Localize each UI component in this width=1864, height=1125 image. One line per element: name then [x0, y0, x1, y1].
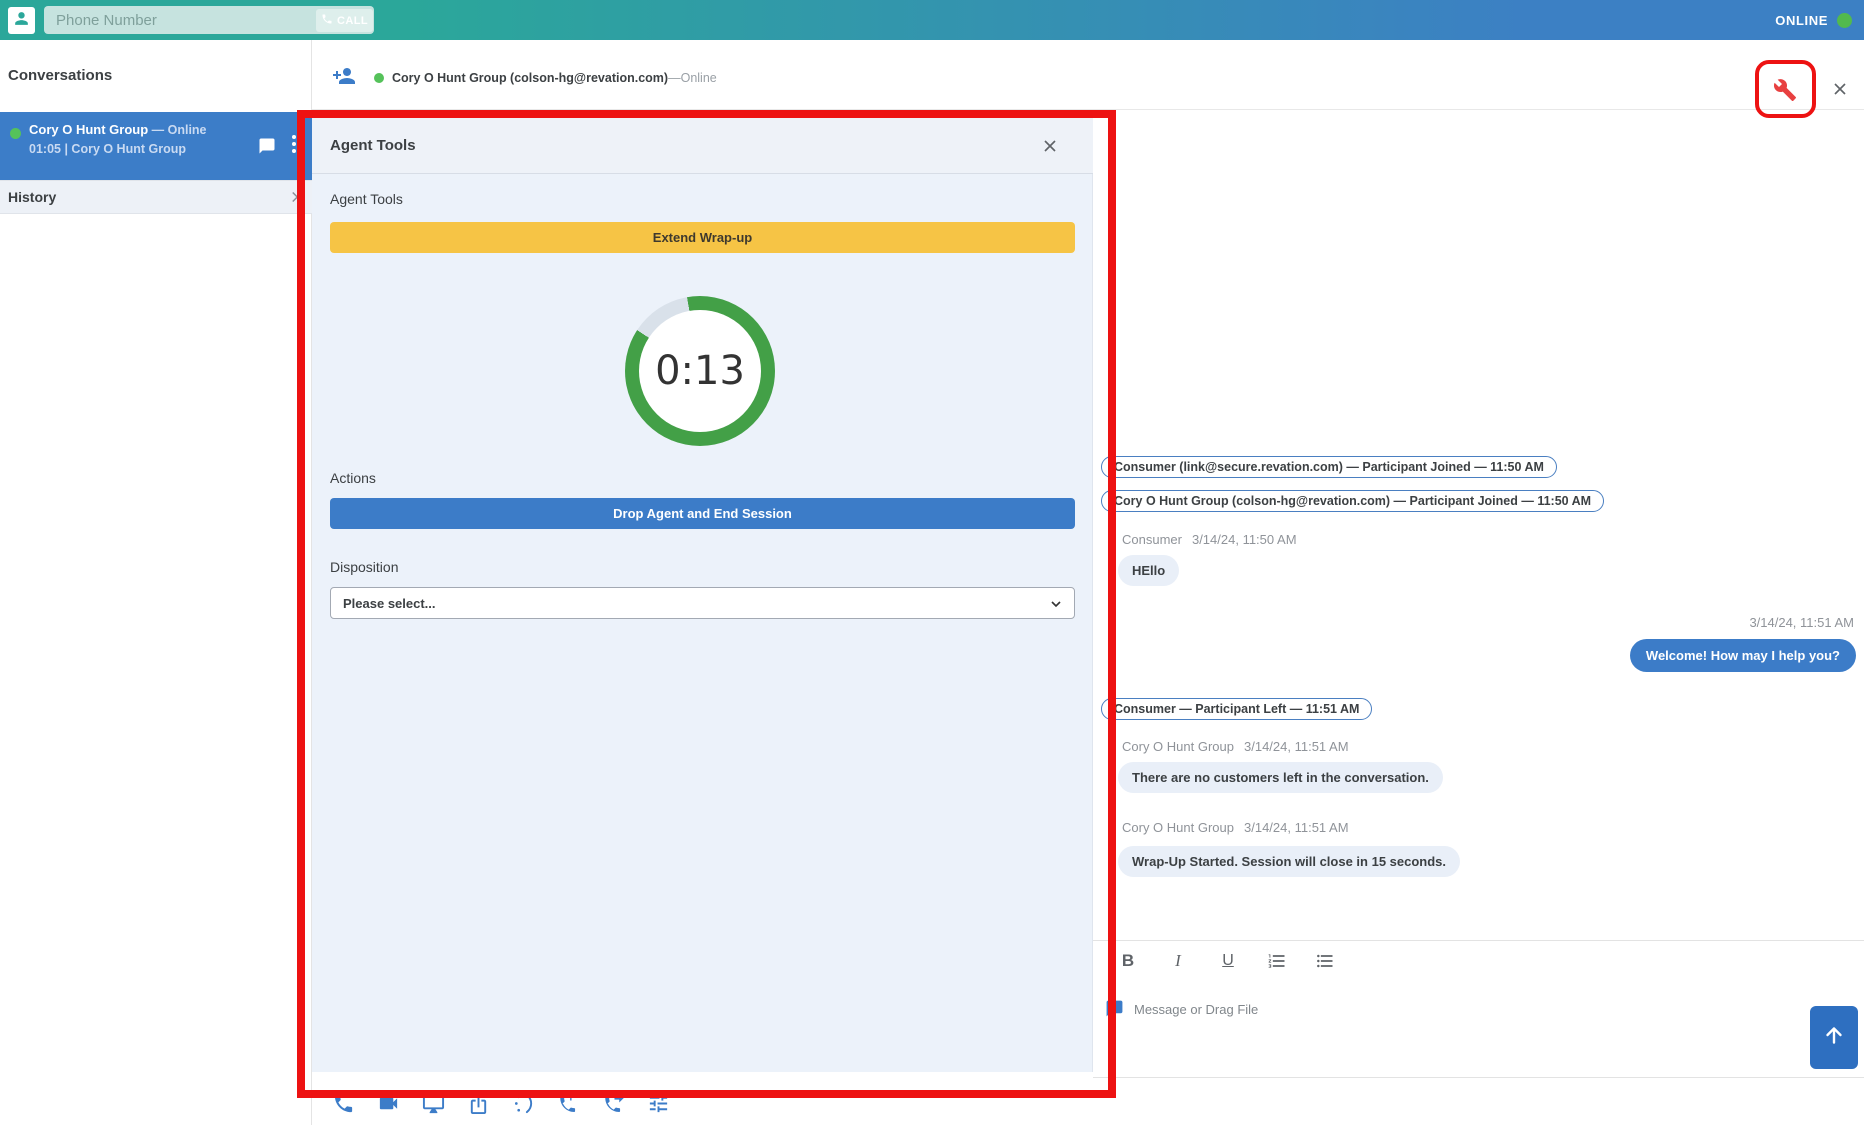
conversation-list-item[interactable]: Cory O Hunt Group — Online 01:05 | Cory …	[0, 112, 312, 180]
actions-label: Actions	[330, 470, 376, 486]
participant-event-pill: Consumer (link@secure.revation.com) — Pa…	[1101, 456, 1557, 478]
app-window: CALL ONLINE Conversations Cory O Hunt Gr…	[0, 0, 1864, 1125]
call-button-label: CALL	[337, 15, 368, 27]
message-icon	[1105, 999, 1124, 1018]
outgoing-message-bubble: Welcome! How may I help you?	[1630, 639, 1856, 672]
contact-button[interactable]	[8, 7, 35, 34]
presence-dot	[10, 128, 21, 139]
history-label: History	[8, 189, 56, 205]
wrapup-timer-value: 0:13	[639, 310, 761, 432]
ordered-list-icon[interactable]	[1267, 951, 1287, 971]
italic-button[interactable]: I	[1167, 951, 1189, 971]
format-toolbar: B I U	[1117, 951, 1335, 971]
sidebar-title: Conversations	[8, 67, 112, 84]
conversation-detail: 01:05 | Cory O Hunt Group	[29, 142, 186, 156]
message-input[interactable]: Message or Drag File	[1134, 1002, 1258, 1017]
phone-icon	[321, 13, 333, 28]
chat-main: Cory O Hunt Group (colson-hg@revation.co…	[312, 40, 1864, 1125]
message-sender: Cory O Hunt Group	[1122, 739, 1234, 754]
agent-tools-close-icon[interactable]	[1040, 136, 1060, 156]
call-button[interactable]: CALL	[316, 9, 373, 32]
message-bubble: Wrap-Up Started. Session will close in 1…	[1118, 846, 1460, 877]
top-bar: CALL ONLINE	[0, 0, 1864, 40]
message-time: 3/14/24, 11:51 AM	[1244, 739, 1349, 754]
bold-button[interactable]: B	[1117, 951, 1139, 971]
message-time: 3/14/24, 11:51 AM	[1244, 820, 1349, 835]
chevron-right-icon	[286, 188, 304, 206]
chat-title-status: —Online	[668, 71, 717, 85]
wrapup-timer-ring: 0:13	[625, 296, 775, 446]
call-controls-toolbar: P	[332, 1092, 670, 1115]
chat-bubble-icon[interactable]	[258, 137, 276, 155]
add-participant-icon[interactable]	[332, 64, 356, 88]
drop-agent-button[interactable]: Drop Agent and End Session	[330, 498, 1075, 529]
agent-tools-panel: Agent Tools Agent Tools Extend Wrap-up 0…	[312, 118, 1093, 1072]
send-button[interactable]	[1810, 1006, 1858, 1069]
disposition-selected-value: Please select...	[343, 596, 436, 611]
message-meta: Consumer 3/14/24, 11:50 AM	[1122, 532, 1297, 547]
agent-status-label: ONLINE	[1775, 13, 1828, 28]
conversation-name: Cory O Hunt Group — Online	[29, 122, 207, 137]
video-call-icon[interactable]	[377, 1092, 400, 1115]
extend-wrapup-button[interactable]: Extend Wrap-up	[330, 222, 1075, 253]
message-meta: Cory O Hunt Group 3/14/24, 11:51 AM	[1122, 739, 1349, 754]
svg-text:P: P	[569, 1093, 576, 1104]
park-call-icon[interactable]: P	[557, 1092, 580, 1115]
screen-share-icon[interactable]	[422, 1092, 445, 1115]
unordered-list-icon[interactable]	[1315, 951, 1335, 971]
message-composer: B I U Message or Drag File	[1093, 940, 1864, 1078]
agent-tools-title: Agent Tools	[330, 137, 416, 154]
conversation-status: — Online	[148, 123, 206, 137]
send-arrow-icon	[1821, 1022, 1847, 1053]
message-bubble: HEllo	[1118, 555, 1179, 586]
file-share-icon[interactable]	[467, 1092, 490, 1115]
chevron-down-icon	[1048, 596, 1064, 612]
history-section[interactable]: History	[0, 180, 312, 214]
agent-status[interactable]: ONLINE	[1775, 0, 1852, 40]
kebab-menu-icon[interactable]	[292, 135, 296, 153]
callback-icon[interactable]	[512, 1092, 535, 1115]
participant-event-pill: Cory O Hunt Group (colson-hg@revation.co…	[1101, 490, 1604, 512]
voice-call-icon[interactable]	[332, 1092, 355, 1115]
underline-button[interactable]: U	[1217, 952, 1239, 970]
outgoing-message-time: 3/14/24, 11:51 AM	[1749, 615, 1854, 630]
agent-tools-section-label: Agent Tools	[330, 191, 403, 207]
participant-event-pill: Consumer — Participant Left — 11:51 AM	[1101, 698, 1372, 720]
conversations-sidebar: Conversations Cory O Hunt Group — Online…	[0, 40, 312, 1125]
header-presence-dot	[374, 73, 384, 83]
tune-settings-icon[interactable]	[647, 1092, 670, 1115]
chat-title: Cory O Hunt Group (colson-hg@revation.co…	[392, 71, 717, 85]
message-sender: Consumer	[1122, 532, 1182, 547]
message-sender: Cory O Hunt Group	[1122, 820, 1234, 835]
disposition-label: Disposition	[330, 559, 398, 575]
online-status-dot	[1837, 13, 1852, 28]
agent-tools-panel-header: Agent Tools	[312, 118, 1093, 174]
transfer-call-icon[interactable]	[602, 1092, 625, 1115]
disposition-select[interactable]: Please select...	[330, 587, 1075, 619]
message-time: 3/14/24, 11:50 AM	[1192, 532, 1297, 547]
message-meta: Cory O Hunt Group 3/14/24, 11:51 AM	[1122, 820, 1349, 835]
contact-icon	[12, 9, 31, 33]
message-bubble: There are no customers left in the conve…	[1118, 762, 1443, 793]
message-thread: Consumer (link@secure.revation.com) — Pa…	[1093, 40, 1864, 940]
